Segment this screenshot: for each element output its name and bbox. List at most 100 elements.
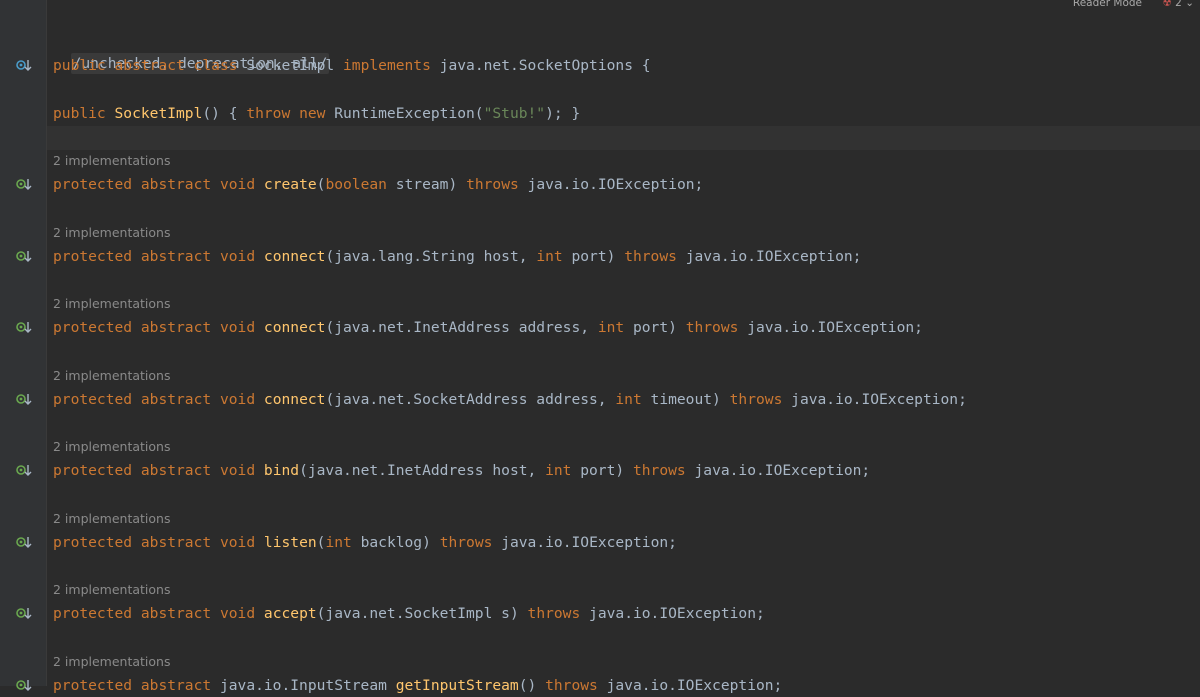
parameters: (java.net.SocketAddress address, (325, 391, 616, 408)
code-line-method[interactable]: protected abstract void connect(java.lan… (53, 246, 861, 268)
keyword: protected (53, 605, 133, 622)
parameter-name: timeout (641, 391, 713, 408)
method-name: connect (263, 391, 326, 408)
exception-type: java.io.IOException; (791, 391, 967, 408)
exception-type: java.io.IOException; (694, 462, 871, 479)
editor-top-bar: Reader Mode ☢ 2 ⌄ (1000, 0, 1200, 12)
implemented-method-icon[interactable] (16, 393, 34, 407)
implementations-hint[interactable]: 2 implementations (53, 367, 170, 385)
code-text: ); } (545, 105, 581, 122)
parameter-name: backlog (351, 534, 423, 551)
keyword: int (597, 319, 625, 336)
code-text: ) (712, 391, 721, 408)
implementations-hint[interactable]: 2 implementations (53, 438, 170, 456)
parameters: (java.net.SocketImpl s (316, 605, 510, 622)
code-text: ) (509, 605, 519, 622)
code-line-method[interactable]: protected abstract void connect(java.net… (53, 389, 967, 411)
keyword: abstract (140, 534, 212, 551)
exception-type: java.io.IOException; (501, 534, 677, 551)
keyword: abstract (140, 248, 212, 265)
keyword: protected (53, 248, 133, 265)
implemented-method-icon[interactable] (16, 536, 34, 550)
method-name: connect (263, 319, 326, 336)
keyword: throws (729, 391, 783, 408)
current-line-highlight (47, 126, 1200, 150)
code-line-method[interactable]: protected abstract void bind(java.net.In… (53, 460, 870, 482)
implementations-hint[interactable]: 2 implementations (53, 152, 170, 170)
implementations-hint[interactable]: 2 implementations (53, 653, 170, 671)
code-text: ) (668, 319, 677, 336)
code-line-class-declaration[interactable]: public abstract class SocketImpl impleme… (53, 55, 651, 77)
implemented-method-icon[interactable] (16, 321, 34, 335)
implementations-hint[interactable]: 2 implementations (53, 510, 170, 528)
code-line-annotation[interactable]: /unchecked, deprecation, all/ (53, 31, 330, 74)
editor-gutter (0, 0, 47, 686)
keyword: abstract (140, 176, 212, 193)
method-name: create (263, 176, 317, 193)
parameter-name: port (624, 319, 669, 336)
code-line-method[interactable]: protected abstract void listen(int backl… (53, 532, 677, 554)
string-literal: "Stub!" (483, 105, 546, 122)
keyword: public (53, 105, 106, 122)
exception-type: java.io.IOException; (685, 248, 862, 265)
problems-indicator[interactable]: ☢ 2 ⌄ (1162, 0, 1194, 9)
code-text: ) (448, 176, 458, 193)
parameters: (java.lang.String host, (325, 248, 537, 265)
exception-type: java.io.IOException; (527, 176, 704, 193)
exception-type: java.io.IOException; (589, 605, 765, 622)
exception-type: java.io.IOException; (747, 319, 923, 336)
keyword: throw (246, 105, 291, 122)
parameters: (java.net.InetAddress host, (299, 462, 546, 479)
implementations-hint[interactable]: 2 implementations (53, 224, 170, 242)
code-line-method[interactable]: protected abstract void create(boolean s… (53, 174, 703, 196)
implemented-method-icon[interactable] (16, 464, 34, 478)
keyword: throws (527, 605, 581, 622)
parameters: (java.net.InetAddress address, (325, 319, 598, 336)
constructor-name: SocketImpl (114, 105, 203, 122)
error-icon: ☢ (1162, 0, 1172, 9)
code-line-method[interactable]: protected abstract java.io.InputStream g… (53, 675, 782, 697)
keyword: abstract (140, 391, 212, 408)
keyword: throws (624, 248, 677, 265)
implemented-method-icon[interactable] (16, 178, 34, 192)
chevron-down-icon: ⌄ (1185, 0, 1194, 9)
keyword: protected (53, 462, 133, 479)
code-text: ) (615, 462, 625, 479)
implementations-hint[interactable]: 2 implementations (53, 295, 170, 313)
keyword: void (219, 391, 256, 408)
parameter-name: port (562, 248, 607, 265)
keyword: protected (53, 391, 133, 408)
keyword: new (299, 105, 326, 122)
keyword: int (536, 248, 563, 265)
reader-mode-toggle[interactable]: Reader Mode (1073, 0, 1142, 9)
code-text: ) (422, 534, 431, 551)
method-name: accept (263, 605, 317, 622)
keyword: abstract (114, 57, 185, 74)
keyword: void (219, 319, 256, 336)
keyword: class (193, 57, 238, 74)
code-line-method[interactable]: protected abstract void connect(java.net… (53, 317, 923, 339)
keyword: void (219, 534, 256, 551)
keyword: void (219, 605, 256, 622)
problems-count: 2 (1175, 0, 1182, 9)
keyword: abstract (140, 462, 212, 479)
code-line-method[interactable]: protected abstract void accept(java.net.… (53, 603, 765, 625)
type-name: RuntimeException( (334, 105, 484, 122)
interface-name: java.net.SocketOptions { (439, 57, 651, 74)
keyword: protected (53, 534, 133, 551)
method-name: bind (263, 462, 300, 479)
keyword: protected (53, 176, 133, 193)
keyword: throws (632, 462, 686, 479)
parameter-name: port (571, 462, 616, 479)
implemented-method-icon[interactable] (16, 607, 34, 621)
keyword: void (219, 176, 256, 193)
implemented-method-icon[interactable] (16, 679, 34, 693)
implemented-class-icon[interactable] (16, 59, 34, 73)
implementations-hint[interactable]: 2 implementations (53, 581, 170, 599)
code-text: () { (202, 105, 247, 122)
keyword: public (53, 57, 106, 74)
class-name: SocketImpl (246, 57, 335, 74)
implemented-method-icon[interactable] (16, 250, 34, 264)
keyword: int (325, 534, 352, 551)
code-line-constructor[interactable]: public SocketImpl() { throw new RuntimeE… (53, 103, 580, 125)
